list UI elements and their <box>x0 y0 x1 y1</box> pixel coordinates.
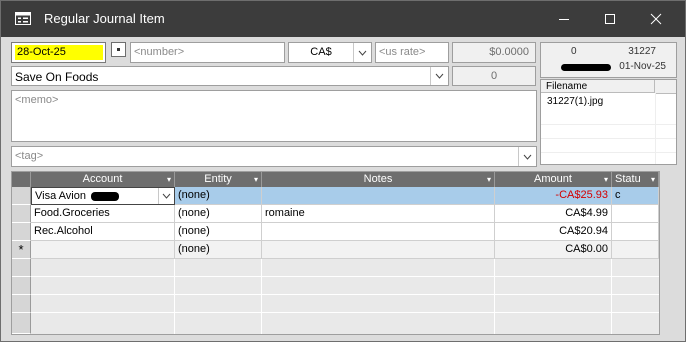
number-field[interactable]: <number> <box>130 42 285 63</box>
chevron-down-icon <box>162 193 171 199</box>
memo-field[interactable]: <memo> <box>11 90 537 142</box>
column-header-status[interactable]: Statu ▾ <box>612 172 659 187</box>
minimize-icon <box>559 19 569 20</box>
grid-line <box>31 312 659 313</box>
amount-cell[interactable]: CA$0.00 <box>495 241 612 259</box>
filter-arrow-icon[interactable]: ▾ <box>167 172 171 187</box>
filter-arrow-icon[interactable]: ▾ <box>487 172 491 187</box>
info-date: 01-Nov-25 <box>619 61 666 72</box>
close-icon <box>650 13 662 25</box>
currency-value: CA$ <box>310 46 332 58</box>
calendar-button[interactable] <box>111 42 126 57</box>
column-header-notes[interactable]: Notes ▾ <box>262 172 495 187</box>
row-selector <box>12 295 31 313</box>
filter-arrow-icon[interactable]: ▾ <box>604 172 608 187</box>
notes-cell[interactable]: romaine <box>262 205 495 223</box>
account-cell[interactable] <box>31 241 175 259</box>
payee-value: Save On Foods <box>15 70 99 84</box>
attachments-list[interactable]: Filename 31227(1).jpg <box>540 79 677 165</box>
maximize-icon <box>605 14 615 24</box>
close-button[interactable] <box>633 1 679 37</box>
window-title: Regular Journal Item <box>44 11 165 26</box>
entity-cell[interactable]: (none) <box>175 187 262 205</box>
row-selector[interactable] <box>12 187 31 205</box>
status-cell[interactable] <box>612 241 659 259</box>
info-left-value: 0 <box>571 46 577 57</box>
column-header-entity[interactable]: Entity ▾ <box>175 172 262 187</box>
reference-number: 31227 <box>628 46 656 57</box>
payee-dropdown-button[interactable] <box>430 67 448 85</box>
status-cell[interactable] <box>612 223 659 241</box>
row-selector[interactable] <box>12 223 31 241</box>
list-gridline <box>541 138 676 139</box>
redacted-name <box>561 64 611 71</box>
notes-cell[interactable] <box>262 241 495 259</box>
rate-value-field: $0.0000 <box>452 42 536 63</box>
attachment-file[interactable]: 31227(1).jpg <box>547 96 603 107</box>
row-selector[interactable] <box>12 205 31 223</box>
amount-cell[interactable]: -CA$25.93 <box>495 187 612 205</box>
entity-cell[interactable]: (none) <box>175 241 262 259</box>
row-selector <box>12 277 31 295</box>
tag-select[interactable]: <tag> <box>11 146 537 167</box>
us-rate-field[interactable]: <us rate> <box>375 42 449 63</box>
splits-grid[interactable]: Account ▾ Entity ▾ Notes ▾ Amount ▾ Statu ▾ V… <box>11 171 660 335</box>
minimize-button[interactable] <box>541 1 587 37</box>
grid-line <box>261 259 262 334</box>
notes-cell[interactable] <box>262 187 495 205</box>
chevron-down-icon <box>435 73 444 79</box>
notes-cell[interactable] <box>262 223 495 241</box>
account-cell[interactable]: Visa Avion <box>31 187 175 205</box>
column-header-account[interactable]: Account ▾ <box>31 172 175 187</box>
currency-select[interactable]: CA$ <box>288 42 372 63</box>
info-panel: 0 31227 01-Nov-25 <box>540 42 677 78</box>
payee-select[interactable]: Save On Foods <box>11 66 449 86</box>
amount-cell[interactable]: CA$4.99 <box>495 205 612 223</box>
entity-cell[interactable]: (none) <box>175 223 262 241</box>
row-selector <box>12 313 31 334</box>
account-cell[interactable]: Food.Groceries <box>31 205 175 223</box>
title-bar: Regular Journal Item <box>1 1 685 37</box>
account-cell[interactable]: Rec.Alcohol <box>31 223 175 241</box>
currency-dropdown-button[interactable] <box>353 43 371 62</box>
grid-line <box>611 259 612 334</box>
payee-count-field: 0 <box>452 66 536 86</box>
entity-cell[interactable]: (none) <box>175 205 262 223</box>
date-field[interactable]: 28-Oct-25 <box>11 42 106 63</box>
app-window: Regular Journal Item 28-Oct-25 <number> … <box>0 0 686 342</box>
filename-column-header[interactable]: Filename <box>541 80 655 93</box>
column-header-amount[interactable]: Amount ▾ <box>495 172 612 187</box>
filter-arrow-icon[interactable]: ▾ <box>254 172 258 187</box>
amount-cell[interactable]: CA$20.94 <box>495 223 612 241</box>
grid-line <box>31 276 659 277</box>
list-gridline <box>541 124 676 125</box>
new-row-marker[interactable]: * <box>12 241 31 259</box>
chevron-down-icon <box>523 154 532 160</box>
grid-line <box>174 259 175 334</box>
grid-line <box>31 294 659 295</box>
row-selector <box>12 259 31 277</box>
filter-arrow-icon[interactable]: ▾ <box>651 172 655 187</box>
tag-dropdown-button[interactable] <box>518 147 536 166</box>
list-gridline <box>655 93 656 164</box>
form-body: 28-Oct-25 <number> CA$ <us rate> $0.0000… <box>1 37 685 341</box>
list-gridline <box>541 152 676 153</box>
chevron-down-icon <box>358 50 367 56</box>
attachments-header-filler <box>655 80 676 94</box>
account-dropdown-button[interactable] <box>158 188 174 204</box>
grid-line <box>494 259 495 334</box>
maximize-button[interactable] <box>587 1 633 37</box>
status-cell[interactable]: c <box>612 187 659 205</box>
grid-corner <box>12 172 31 187</box>
calendar-icon <box>117 48 120 51</box>
date-value: 28-Oct-25 <box>15 45 103 60</box>
form-app-icon <box>15 12 31 25</box>
status-cell[interactable] <box>612 205 659 223</box>
redacted-account-suffix <box>91 191 120 201</box>
